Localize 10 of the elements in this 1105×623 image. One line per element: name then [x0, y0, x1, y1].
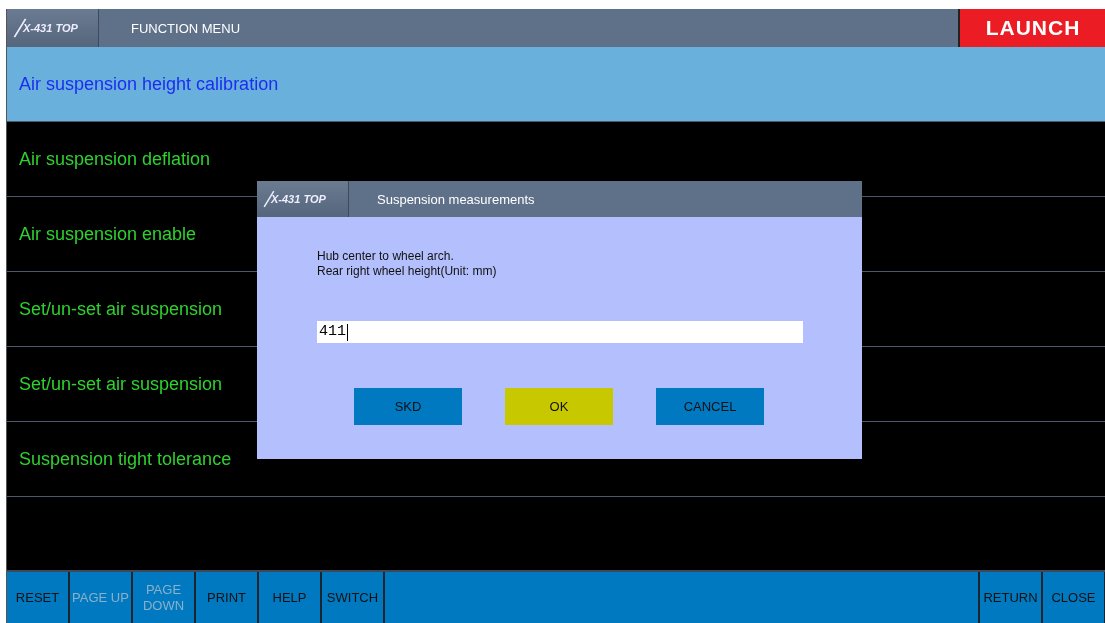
dialog-button[interactable]: SKD — [354, 388, 462, 425]
input-field[interactable]: 411 — [317, 321, 803, 343]
dialog-button[interactable]: CANCEL — [656, 388, 764, 425]
dialog-button[interactable]: OK — [505, 388, 613, 425]
message-text: Hub center to wheel arch. — [317, 249, 455, 264]
screen-title: FUNCTION MENU — [131, 20, 242, 36]
brand-logo: LAUNCH — [958, 9, 1105, 47]
menu-item[interactable]: Air suspension height calibration — [7, 47, 1105, 122]
logo-text: X-431 TOP — [23, 22, 78, 34]
message-text: Rear right wheel height(Unit: mm) — [317, 264, 498, 279]
